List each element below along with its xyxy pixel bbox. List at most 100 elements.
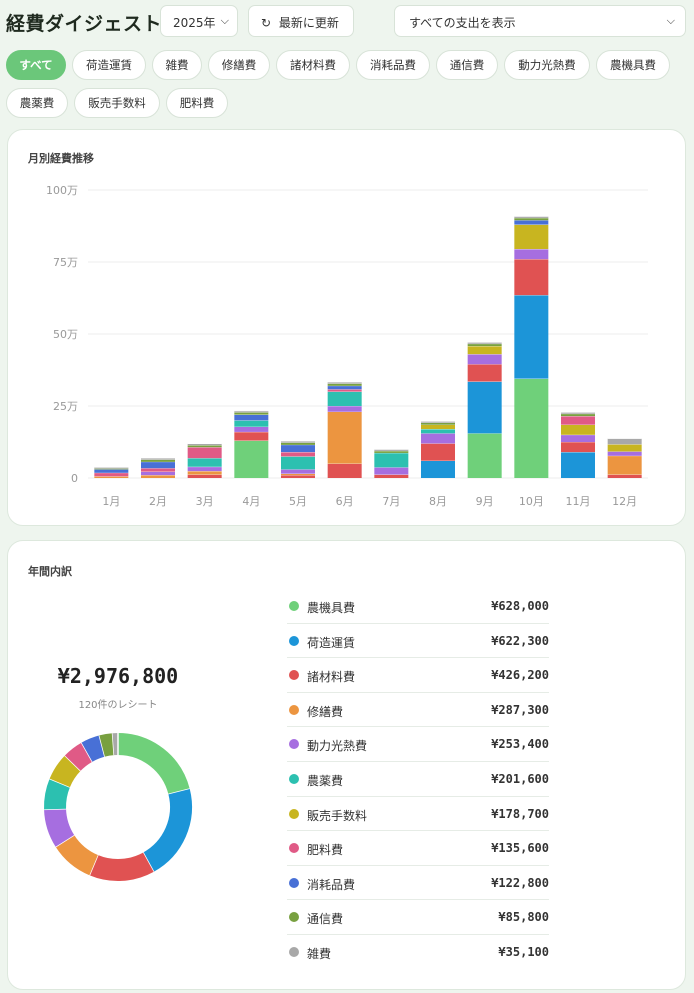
bar-segment[interactable] — [561, 413, 595, 417]
chip-category[interactable]: 通信費 — [436, 50, 498, 80]
bar-segment[interactable] — [94, 469, 129, 473]
bar-segment[interactable] — [514, 259, 549, 296]
chip-category[interactable]: 荷造運賃 — [72, 50, 146, 80]
legend-row[interactable]: 諸材料費 ¥426,200 — [287, 658, 549, 693]
bar-segment[interactable] — [421, 422, 455, 425]
chip-category[interactable]: 販売手数料 — [74, 88, 160, 118]
legend-row[interactable]: 販売手数料 ¥178,700 — [287, 797, 549, 832]
bar-segment[interactable] — [607, 444, 642, 452]
year-select[interactable]: 2025年 ⌵ — [160, 5, 238, 37]
bar-segment[interactable] — [607, 474, 642, 478]
chip-category[interactable]: 動力光熱費 — [504, 50, 590, 80]
donut-slice[interactable] — [49, 755, 82, 788]
expense-filter-select[interactable]: すべての支出を表示 ⌵ — [394, 5, 686, 37]
bar-segment[interactable] — [561, 452, 595, 478]
bar-segment[interactable] — [561, 442, 595, 453]
bar-segment[interactable] — [374, 452, 409, 468]
bar-segment[interactable] — [234, 426, 269, 432]
bar-segment[interactable] — [467, 346, 502, 355]
bar-segment[interactable] — [187, 466, 222, 472]
bar-segment[interactable] — [94, 472, 129, 477]
bar-segment[interactable] — [327, 391, 362, 406]
bar-segment[interactable] — [327, 383, 362, 386]
bar-segment[interactable] — [561, 434, 595, 442]
bar-segment[interactable] — [421, 433, 455, 444]
chip-category[interactable]: 雑費 — [152, 50, 202, 80]
bar-segment[interactable] — [141, 468, 175, 472]
bar-segment[interactable] — [234, 431, 269, 441]
bar-segment[interactable] — [187, 445, 222, 448]
bar-segment[interactable] — [281, 442, 315, 445]
donut-slice[interactable] — [44, 778, 71, 810]
donut-slice[interactable] — [44, 808, 75, 847]
donut-slice[interactable] — [81, 735, 106, 762]
bar-segment[interactable] — [374, 474, 409, 478]
refresh-button[interactable]: ↻ 最新に更新 — [248, 5, 354, 37]
legend-row[interactable]: 農薬費 ¥201,600 — [287, 762, 549, 797]
bar-segment[interactable] — [514, 295, 549, 379]
bar-segment[interactable] — [141, 461, 175, 469]
bar-segment[interactable] — [281, 444, 315, 453]
bar-segment[interactable] — [467, 364, 502, 382]
donut-slice[interactable] — [64, 742, 93, 772]
chip-category[interactable]: 農機具費 — [596, 50, 670, 80]
legend-row[interactable]: 修繕費 ¥287,300 — [287, 693, 549, 728]
legend-row[interactable]: 通信費 ¥85,800 — [287, 900, 549, 935]
bar-segment[interactable] — [281, 469, 315, 474]
legend-row[interactable]: 消耗品費 ¥122,800 — [287, 866, 549, 901]
donut-slice[interactable] — [142, 789, 192, 872]
legend-row[interactable]: 農機具費 ¥628,000 — [287, 589, 549, 624]
chip-category[interactable]: 肥料費 — [166, 88, 228, 118]
legend-row[interactable]: 雑費 ¥35,100 — [287, 935, 549, 970]
bar-segment[interactable] — [141, 459, 175, 462]
legend-row[interactable]: 荷造運賃 ¥622,300 — [287, 624, 549, 659]
bar-segment[interactable] — [234, 412, 269, 415]
chip-category[interactable]: 消耗品費 — [356, 50, 430, 80]
bar-segment[interactable] — [514, 217, 549, 221]
bar-segment[interactable] — [281, 452, 315, 457]
chip-category[interactable]: 諸材料費 — [276, 50, 350, 80]
bar-segment[interactable] — [607, 451, 642, 456]
bar-segment[interactable] — [234, 420, 269, 427]
bar-segment[interactable] — [467, 381, 502, 434]
bar-segment[interactable] — [374, 450, 409, 453]
bar-segment[interactable] — [187, 458, 222, 467]
bar-segment[interactable] — [281, 456, 315, 470]
legend-row[interactable]: 肥料費 ¥135,600 — [287, 831, 549, 866]
bar-segment[interactable] — [561, 416, 595, 425]
bar-segment[interactable] — [421, 429, 455, 434]
bar-segment[interactable] — [327, 411, 362, 464]
bar-segment[interactable] — [561, 424, 595, 435]
bar-segment[interactable] — [467, 343, 502, 347]
bar-segment[interactable] — [327, 406, 362, 412]
bar-segment[interactable] — [281, 475, 315, 478]
bar-segment[interactable] — [607, 455, 642, 475]
bar-segment[interactable] — [421, 443, 455, 461]
bar-segment[interactable] — [514, 220, 549, 225]
bar-segment[interactable] — [467, 354, 502, 365]
bar-segment[interactable] — [327, 385, 362, 390]
chip-category[interactable]: 農薬費 — [6, 88, 68, 118]
bar-segment[interactable] — [514, 249, 549, 260]
bar-segment[interactable] — [421, 424, 455, 430]
bar-segment[interactable] — [234, 414, 269, 421]
bar-segment[interactable] — [141, 471, 175, 476]
bar-segment[interactable] — [187, 474, 222, 478]
bar-segment[interactable] — [141, 475, 175, 478]
bar-segment[interactable] — [607, 438, 642, 445]
bar-segment[interactable] — [234, 440, 269, 478]
donut-slice[interactable] — [117, 733, 190, 795]
bar-segment[interactable] — [187, 447, 222, 459]
bar-segment[interactable] — [514, 378, 549, 478]
legend-row[interactable]: 動力光熱費 ¥253,400 — [287, 727, 549, 762]
donut-slice[interactable] — [89, 852, 154, 881]
bar-segment[interactable] — [514, 224, 549, 250]
donut-slice[interactable] — [99, 733, 115, 757]
bar-segment[interactable] — [187, 471, 222, 475]
chip-all[interactable]: すべて — [6, 50, 66, 80]
bar-segment[interactable] — [374, 467, 409, 475]
bar-segment[interactable] — [467, 433, 502, 478]
bar-segment[interactable] — [421, 460, 455, 478]
bar-segment[interactable] — [327, 463, 362, 478]
chip-category[interactable]: 修繕費 — [208, 50, 270, 80]
